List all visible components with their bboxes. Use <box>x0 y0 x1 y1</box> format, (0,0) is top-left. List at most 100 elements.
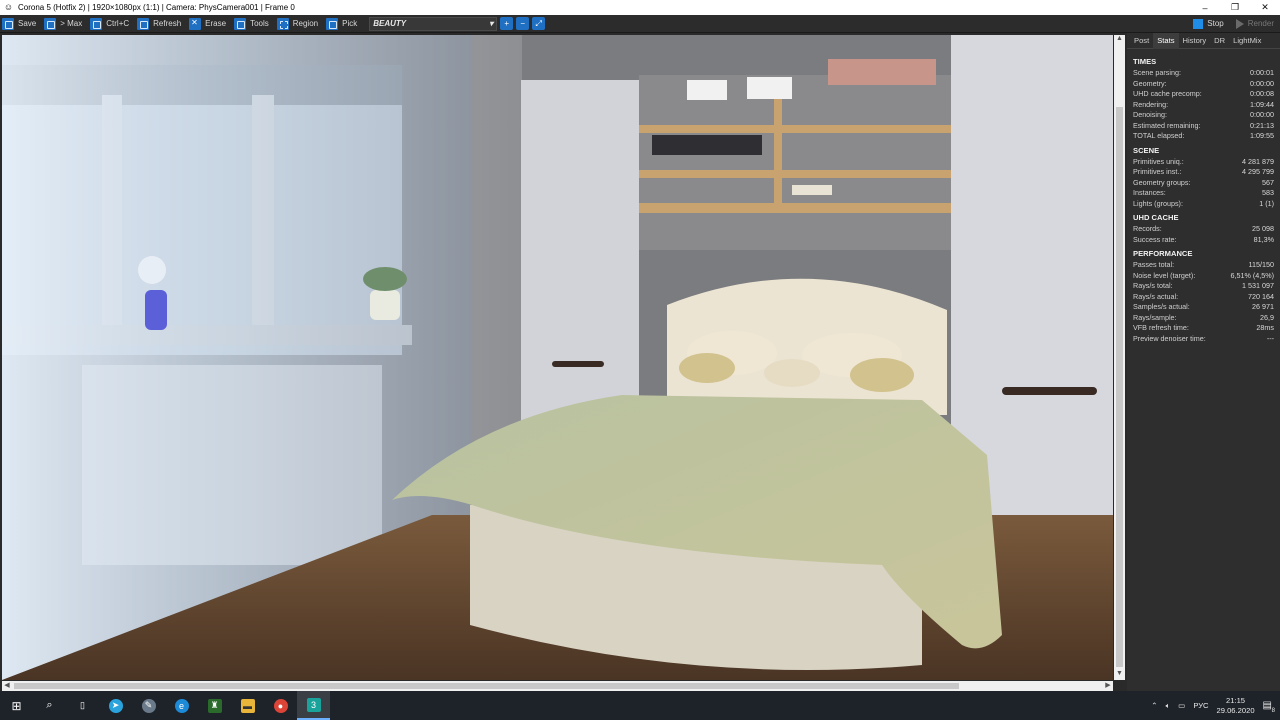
section-heading: UHD CACHE <box>1133 213 1179 222</box>
stat-label: Scene parsing: <box>1133 68 1181 77</box>
tools-button[interactable]: Tools <box>232 15 275 33</box>
file-explorer-button[interactable]: ▬ <box>231 691 264 720</box>
stat-label: Samples/s actual: <box>1133 302 1190 311</box>
start-button[interactable]: ⊞ <box>0 691 33 720</box>
region-button[interactable]: Region <box>275 15 324 33</box>
zoom-out-icon[interactable]: − <box>516 17 530 30</box>
stat-row: Records: 25 098 <box>1133 224 1274 235</box>
stat-value: 4 295 799 <box>1242 167 1274 176</box>
tab-history[interactable]: History <box>1179 33 1211 49</box>
corona-app-icon: ☺ <box>3 2 14 12</box>
stat-row: Geometry: 0:00:00 <box>1133 79 1274 90</box>
stat-row: Rays/sample: 26,9 <box>1133 313 1274 324</box>
windows-start-icon: ⊞ <box>11 698 22 713</box>
render-button[interactable]: Render <box>1248 19 1274 28</box>
tab-stats[interactable]: Stats <box>1153 32 1179 49</box>
minimize-button[interactable]: – <box>1190 0 1220 15</box>
notification-icon[interactable]: ▤ 8 <box>1263 700 1275 714</box>
erase-button[interactable]: Erase <box>187 15 232 33</box>
stop-button[interactable]: Stop <box>1207 19 1223 28</box>
scroll-down-icon[interactable]: ▼ <box>1114 670 1125 680</box>
file-explorer-icon: ▬ <box>240 698 255 713</box>
horizontal-scrollbar[interactable]: ◀ ▶ <box>2 681 1113 691</box>
edge-button[interactable]: e <box>165 691 198 720</box>
chrome-button[interactable]: ● <box>264 691 297 720</box>
stat-value: 4 281 879 <box>1242 156 1274 166</box>
security-button[interactable]: ♜ <box>198 691 231 720</box>
vertical-scrollbar[interactable]: ▲ ▼ <box>1114 35 1125 680</box>
stat-label: VFB refresh time: <box>1133 323 1189 332</box>
3dsmax-icon: 3 <box>306 697 321 712</box>
stat-row: VFB refresh time: 28ms <box>1133 323 1274 334</box>
stat-label: Success rate: <box>1133 234 1177 244</box>
stat-value: 0:00:00 <box>1250 110 1274 119</box>
stat-row: Instances: 583 <box>1133 188 1274 199</box>
stop-icon[interactable] <box>1193 18 1204 29</box>
search-button[interactable]: ⌕ <box>33 691 66 720</box>
taskbar-app-button[interactable]: ✎ <box>132 691 165 720</box>
stat-row: Noise level (target): 6,51% (4,5%) <box>1133 271 1274 282</box>
stat-label: Rays/s total: <box>1133 281 1173 290</box>
task-view-icon: ▯ <box>80 700 85 710</box>
stat-value: 26 971 <box>1252 302 1274 311</box>
stat-value: 583 <box>1262 188 1274 197</box>
stat-label: Instances: <box>1133 188 1166 197</box>
chevron-up-icon[interactable]: ⌃ <box>1151 701 1157 710</box>
stat-row: Primitives uniq.: 4 281 879 <box>1133 157 1274 168</box>
stat-value: 26,9 <box>1260 312 1274 322</box>
stat-label: Geometry groups: <box>1133 177 1191 187</box>
close-button[interactable]: ✕ <box>1250 0 1280 15</box>
stat-label: Geometry: <box>1133 78 1167 88</box>
stat-label: UHD cache precomp: <box>1133 89 1202 98</box>
render-element-value: BEAUTY <box>373 19 407 28</box>
telegram-button[interactable]: ➤ <box>99 691 132 720</box>
stat-row: Rays/s actual: 720 164 <box>1133 292 1274 303</box>
stat-row: Rays/s total: 1 531 097 <box>1133 281 1274 292</box>
3dsmax-button[interactable]: 3 <box>297 691 330 720</box>
scroll-up-icon[interactable]: ▲ <box>1114 35 1125 45</box>
stat-value: 28ms <box>1256 323 1274 332</box>
pick-button[interactable]: Pick <box>324 15 363 33</box>
search-icon: ⌕ <box>46 699 53 711</box>
stat-value: 115/150 <box>1248 260 1274 269</box>
stat-row: Rendering: 1:09:44 <box>1133 100 1274 111</box>
stat-label: Passes total: <box>1133 260 1175 269</box>
stat-value: 25 098 <box>1252 224 1274 233</box>
save-icon <box>2 17 14 30</box>
stat-row: TOTAL elapsed: 1:09:55 <box>1133 131 1274 142</box>
stat-label: TOTAL elapsed: <box>1133 131 1185 140</box>
zoom-in-icon[interactable]: + <box>500 17 514 30</box>
stats-content: TIMES Scene parsing: 0:00:01 Geometry: 0:00:… <box>1127 49 1280 344</box>
language-indicator[interactable]: РУС <box>1193 701 1208 710</box>
save-button[interactable]: Save <box>0 15 42 33</box>
network-icon[interactable]: ▭ <box>1178 701 1185 710</box>
restore-button[interactable]: ❐ <box>1220 0 1250 15</box>
render-element-select[interactable]: BEAUTY ▾ <box>369 16 498 31</box>
stat-label: Noise level (target): <box>1133 270 1196 280</box>
tab-dr[interactable]: DR <box>1210 33 1229 49</box>
vertical-scroll-thumb[interactable] <box>1116 107 1123 667</box>
rendered-bedroom-image[interactable] <box>2 35 1113 680</box>
stat-label: Lights (groups): <box>1133 198 1183 208</box>
task-view-button[interactable]: ▯ <box>66 691 99 720</box>
clock[interactable]: 21:15 29.06.2020 <box>1217 696 1255 716</box>
side-panel-tabs: Post Stats History DR LightMix <box>1127 32 1280 49</box>
stat-label: Records: <box>1133 224 1162 233</box>
refresh-button[interactable]: Refresh <box>135 15 187 33</box>
scroll-right-icon[interactable]: ▶ <box>1103 681 1113 691</box>
telegram-icon: ➤ <box>108 698 123 713</box>
stat-row: Success rate: 81,3% <box>1133 235 1274 246</box>
max-button[interactable]: > Max <box>42 15 88 33</box>
volume-icon[interactable]: 🔈︎ <box>1166 701 1171 711</box>
tab-lightmix[interactable]: LightMix <box>1229 33 1265 49</box>
tab-post[interactable]: Post <box>1130 33 1153 49</box>
scroll-left-icon[interactable]: ◀ <box>2 681 12 691</box>
zoom-fit-icon[interactable]: ⤢ <box>532 17 546 30</box>
stat-value: 1:09:44 <box>1250 99 1274 109</box>
stat-row: Primitives inst.: 4 295 799 <box>1133 167 1274 178</box>
copy-button[interactable]: Ctrl+C <box>88 15 135 33</box>
window-title-bar: ☺ Corona 5 (Hotfix 2) | 1920×1080px (1:1… <box>0 0 1280 15</box>
horizontal-scroll-thumb[interactable] <box>14 683 959 689</box>
stat-value: 81,3% <box>1253 234 1274 244</box>
stat-label: Estimated remaining: <box>1133 120 1201 130</box>
